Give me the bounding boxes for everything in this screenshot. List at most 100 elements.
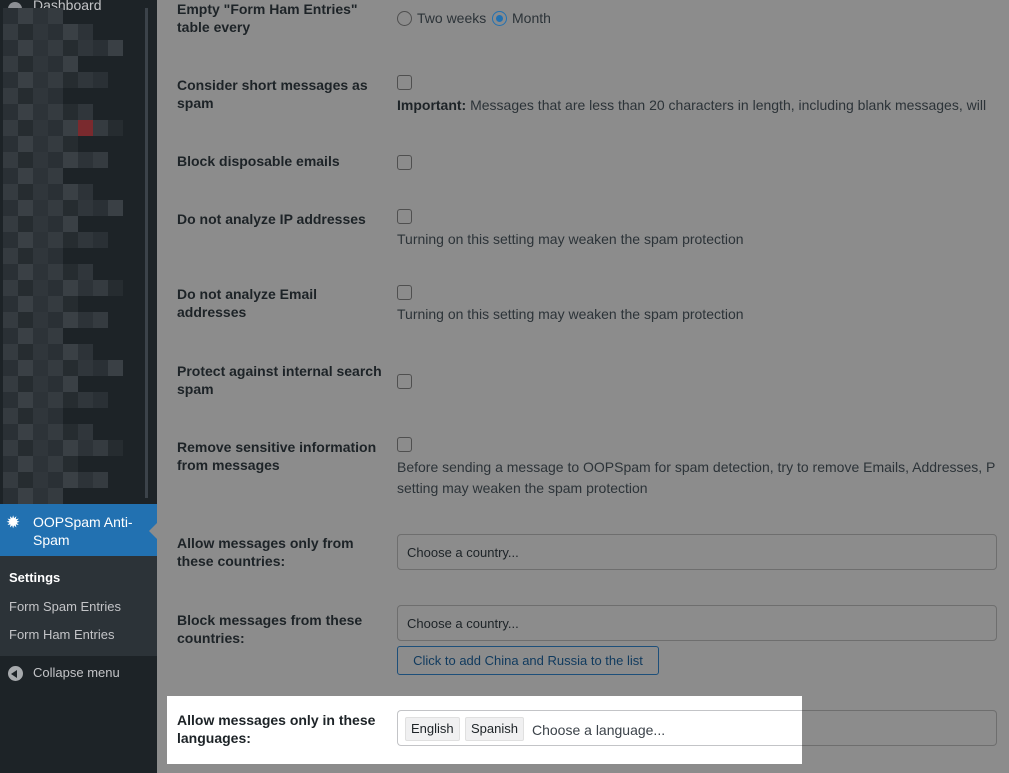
submenu-item-form-spam-entries[interactable]: Form Spam Entries	[9, 599, 121, 614]
sidebar-item-label: OOPSpam Anti-Spam	[33, 514, 133, 548]
blurred-pixel	[33, 360, 48, 376]
blurred-pixel	[93, 200, 108, 216]
blurred-pixel	[18, 344, 33, 360]
radio-two-weeks-label[interactable]: Two weeks	[417, 10, 486, 26]
blurred-pixel	[63, 40, 78, 56]
no-ip-note: Turning on this setting may weaken the s…	[397, 231, 744, 247]
radio-two-weeks[interactable]	[397, 11, 412, 26]
blurred-pixel	[48, 200, 63, 216]
blurred-pixel	[33, 424, 48, 440]
blurred-pixel	[48, 88, 63, 104]
radio-month-label[interactable]: Month	[512, 10, 551, 26]
blurred-pixel	[3, 312, 18, 328]
allow-countries-label: Allow messages only from these countries…	[177, 535, 354, 569]
blurred-pixel	[48, 168, 63, 184]
blurred-pixel	[63, 232, 78, 248]
blurred-pixel	[63, 264, 78, 280]
disposable-emails-checkbox[interactable]	[397, 155, 412, 170]
blurred-pixel	[18, 120, 33, 136]
oopspam-logo-icon: ✹	[6, 513, 21, 532]
no-ip-checkbox[interactable]	[397, 209, 412, 224]
add-china-russia-button[interactable]: Click to add China and Russia to the lis…	[397, 646, 659, 675]
collapse-menu-label: Collapse menu	[33, 665, 120, 680]
blurred-pixel	[93, 72, 108, 88]
blurred-pixel	[78, 232, 93, 248]
blurred-pixel	[18, 88, 33, 104]
collapse-arrow-icon	[8, 666, 23, 681]
blurred-pixel	[48, 392, 63, 408]
submenu-item-settings[interactable]: Settings	[9, 570, 60, 585]
blurred-pixel	[33, 328, 48, 344]
blurred-pixel	[63, 200, 78, 216]
blurred-pixel	[48, 408, 63, 424]
current-menu-pointer	[149, 523, 157, 539]
blurred-pixel	[108, 40, 123, 56]
blurred-pixel	[78, 472, 93, 488]
blurred-pixel	[3, 56, 18, 72]
blurred-pixel	[3, 456, 18, 472]
blurred-pixel	[3, 248, 18, 264]
block-countries-select[interactable]: Choose a country...	[397, 605, 997, 641]
blurred-pixel	[48, 488, 63, 504]
sidebar-submenu: Settings Form Spam Entries Form Ham Entr…	[0, 556, 157, 656]
radio-month[interactable]	[492, 11, 507, 26]
blurred-pixel	[3, 216, 18, 232]
blurred-pixel	[3, 424, 18, 440]
blurred-pixel	[63, 56, 78, 72]
no-email-label: Do not analyze Email addresses	[177, 286, 318, 320]
blurred-pixel	[18, 472, 33, 488]
blurred-pixel	[63, 280, 78, 296]
blurred-menu-items	[0, 0, 150, 504]
blurred-pixel	[48, 136, 63, 152]
blurred-pixel	[33, 296, 48, 312]
blurred-pixel	[33, 184, 48, 200]
blurred-pixel	[3, 376, 18, 392]
blurred-pixel	[63, 24, 78, 40]
blurred-pixel	[18, 328, 33, 344]
blurred-pixel	[33, 72, 48, 88]
blurred-pixel	[18, 200, 33, 216]
blurred-pixel	[48, 104, 63, 120]
block-countries-placeholder: Choose a country...	[407, 616, 519, 631]
language-search-input[interactable]: Choose a language...	[532, 722, 665, 738]
blurred-pixel	[78, 152, 93, 168]
blurred-pixel	[18, 376, 33, 392]
blurred-pixel	[93, 280, 108, 296]
blurred-pixel	[63, 360, 78, 376]
blurred-pixel	[33, 104, 48, 120]
collapse-menu-button[interactable]: Collapse menu	[0, 660, 157, 686]
allow-languages-label: Allow messages only in these languages:	[177, 712, 376, 746]
blurred-pixel	[3, 24, 18, 40]
no-email-checkbox[interactable]	[397, 285, 412, 300]
allow-countries-select[interactable]: Choose a country...	[397, 534, 997, 570]
submenu-item-form-ham-entries[interactable]: Form Ham Entries	[9, 627, 114, 642]
language-tag-spanish[interactable]: Spanish	[465, 717, 524, 741]
sidebar-item-oopspam[interactable]: ✹ OOPSpam Anti-Spam	[0, 504, 157, 556]
internal-search-checkbox[interactable]	[397, 374, 412, 389]
blurred-pixel	[78, 104, 93, 120]
empty-ham-label: Empty "Form Ham Entries" table every	[177, 1, 358, 35]
blurred-pixel	[108, 120, 123, 136]
blurred-pixel	[63, 424, 78, 440]
blurred-pixel	[33, 120, 48, 136]
language-tag-english[interactable]: English	[405, 717, 460, 741]
blurred-pixel	[18, 184, 33, 200]
language-select[interactable]: English Spanish Choose a language...	[397, 710, 802, 746]
blurred-pixel	[3, 184, 18, 200]
short-messages-label: Consider short messages as spam	[177, 77, 368, 111]
short-messages-checkbox[interactable]	[397, 75, 412, 90]
blurred-pixel	[33, 312, 48, 328]
blurred-pixel	[63, 472, 78, 488]
language-select-continuation[interactable]	[802, 710, 997, 746]
blurred-pixel	[33, 24, 48, 40]
remove-sensitive-checkbox[interactable]	[397, 437, 412, 452]
blurred-pixel	[93, 392, 108, 408]
blurred-pixel	[63, 296, 78, 312]
internal-search-label: Protect against internal search spam	[177, 363, 382, 397]
blurred-pixel	[18, 456, 33, 472]
blurred-pixel	[93, 440, 108, 456]
sidebar-scrollbar[interactable]	[145, 8, 148, 498]
short-messages-note: Important: Messages that are less than 2…	[397, 97, 987, 113]
blurred-pixel	[3, 120, 18, 136]
blurred-pixel	[93, 152, 108, 168]
